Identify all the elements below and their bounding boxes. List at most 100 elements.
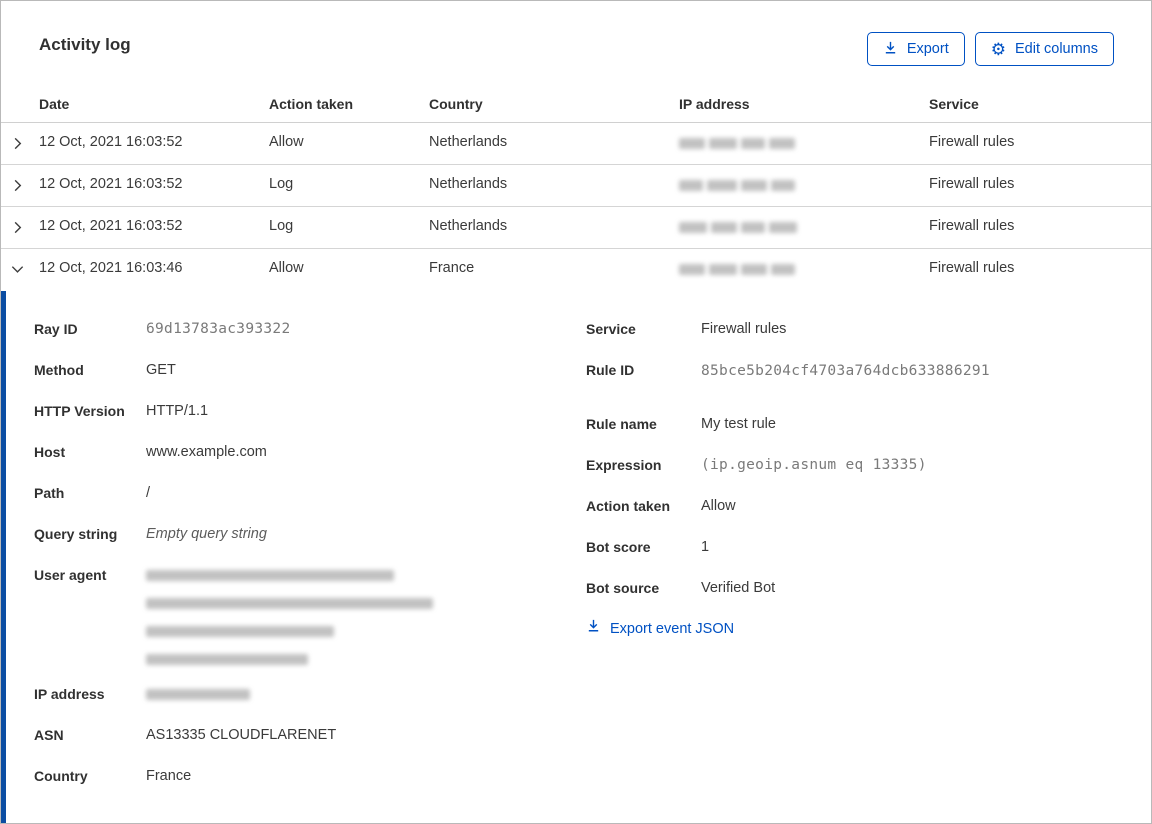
detail-value-redacted (146, 563, 433, 665)
detail-label: ASN (34, 727, 64, 743)
detail-row-bot-score: Bot score 1 (586, 535, 1131, 559)
chevron-down-icon[interactable] (10, 262, 26, 278)
row-service: Firewall rules (929, 260, 1015, 276)
row-action: Log (269, 218, 294, 234)
detail-value: (ip.geoip.asnum eq 13335) (701, 457, 927, 473)
column-header-country: Country (429, 96, 483, 112)
detail-label: Action taken (586, 498, 671, 514)
chevron-right-icon[interactable] (10, 136, 26, 152)
column-header-service: Service (929, 96, 979, 112)
detail-label: Ray ID (34, 321, 78, 337)
table-header-row: Date Action taken Country IP address Ser… (1, 91, 1151, 123)
column-header-action: Action taken (269, 96, 354, 112)
detail-label: Country (34, 768, 88, 784)
detail-value: AS13335 CLOUDFLARENET (146, 727, 337, 743)
event-detail-panel: Ray ID 69d13783ac393322 Method GET HTTP … (1, 291, 1151, 823)
detail-value: 69d13783ac393322 (146, 321, 291, 337)
detail-row-user-agent: User agent (34, 563, 534, 665)
detail-value: Allow (701, 498, 736, 514)
detail-label: Query string (34, 526, 118, 542)
edit-columns-button[interactable]: ⚙ Edit columns (974, 32, 1114, 66)
detail-row-action-taken: Action taken Allow (586, 494, 1131, 518)
table-row[interactable]: 12 Oct, 2021 16:03:52 Allow Netherlands … (1, 123, 1151, 165)
row-country: Netherlands (429, 176, 508, 192)
detail-value: Firewall rules (701, 321, 787, 337)
row-service: Firewall rules (929, 218, 1015, 234)
detail-column-left: Ray ID 69d13783ac393322 Method GET HTTP … (34, 317, 534, 805)
column-header-ip: IP address (679, 96, 750, 112)
detail-row-asn: ASN AS13335 CLOUDFLARENET (34, 723, 534, 747)
detail-label: Host (34, 444, 66, 460)
row-date: 12 Oct, 2021 16:03:52 (39, 134, 183, 150)
export-event-json-label: Export event JSON (610, 621, 735, 637)
detail-value: Verified Bot (701, 580, 776, 596)
detail-row-http-version: HTTP Version HTTP/1.1 (34, 399, 534, 423)
download-icon (883, 40, 898, 59)
table-row-expanded[interactable]: 12 Oct, 2021 16:03:46 Allow France Firew… (1, 249, 1151, 291)
detail-label: User agent (34, 567, 107, 583)
detail-row-country: Country France (34, 764, 534, 788)
row-ip-redacted (679, 138, 795, 149)
detail-value: 1 (701, 539, 710, 555)
row-country: Netherlands (429, 218, 508, 234)
row-action: Allow (269, 260, 304, 276)
detail-row-host: Host www.example.com (34, 440, 534, 464)
row-country: Netherlands (429, 134, 508, 150)
activity-log-panel: Activity log Export ⚙ Edit columns Date … (0, 0, 1152, 824)
detail-label: Bot score (586, 539, 651, 555)
detail-column-right: Service Firewall rules Rule ID 85bce5b20… (586, 317, 1131, 641)
row-action: Allow (269, 134, 304, 150)
row-date: 12 Oct, 2021 16:03:52 (39, 218, 183, 234)
detail-label: Path (34, 485, 65, 501)
row-service: Firewall rules (929, 134, 1015, 150)
row-date: 12 Oct, 2021 16:03:46 (39, 260, 183, 276)
detail-row-ray-id: Ray ID 69d13783ac393322 (34, 317, 534, 341)
chevron-right-icon[interactable] (10, 220, 26, 236)
row-country: France (429, 260, 475, 276)
detail-row-ip-address: IP address (34, 682, 534, 706)
export-event-json-link[interactable]: Export event JSON (586, 617, 1131, 641)
toolbar: Export ⚙ Edit columns (866, 32, 1114, 66)
detail-value: Empty query string (146, 526, 267, 542)
detail-row-service: Service Firewall rules (586, 317, 1131, 341)
download-icon (586, 617, 601, 641)
row-ip-redacted (679, 264, 795, 275)
detail-row-rule-name: Rule name My test rule (586, 412, 1131, 436)
detail-value: 85bce5b204cf4703a764dcb633886291 (701, 363, 990, 379)
row-ip-redacted (679, 180, 795, 191)
detail-label: Rule ID (586, 362, 635, 378)
detail-value-redacted (146, 682, 250, 706)
chevron-right-icon[interactable] (10, 178, 26, 194)
header: Activity log Export ⚙ Edit columns (1, 1, 1151, 91)
detail-row-path: Path / (34, 481, 534, 505)
detail-row-rule-id: Rule ID 85bce5b204cf4703a764dcb633886291 (586, 358, 1131, 384)
detail-value: GET (146, 362, 176, 378)
table-row[interactable]: 12 Oct, 2021 16:03:52 Log Netherlands Fi… (1, 165, 1151, 207)
column-header-date: Date (39, 96, 70, 112)
table-row[interactable]: 12 Oct, 2021 16:03:52 Log Netherlands Fi… (1, 207, 1151, 249)
export-button-label: Export (906, 41, 949, 57)
export-button[interactable]: Export (866, 32, 965, 66)
row-ip-redacted (679, 222, 797, 233)
detail-value: / (146, 485, 151, 501)
detail-label: Service (586, 321, 636, 337)
detail-label: IP address (34, 686, 105, 702)
detail-label: Bot source (586, 580, 660, 596)
row-action: Log (269, 176, 294, 192)
detail-value: www.example.com (146, 444, 267, 460)
edit-columns-button-label: Edit columns (1014, 41, 1098, 57)
detail-label: HTTP Version (34, 403, 125, 419)
detail-label: Expression (586, 457, 662, 473)
detail-value: My test rule (701, 416, 776, 432)
page-title: Activity log (39, 35, 131, 54)
detail-row-expression: Expression (ip.geoip.asnum eq 13335) (586, 453, 1131, 477)
gear-icon: ⚙ (990, 39, 1006, 59)
row-service: Firewall rules (929, 176, 1015, 192)
detail-label: Method (34, 362, 84, 378)
detail-value: HTTP/1.1 (146, 403, 209, 419)
detail-row-query-string: Query string Empty query string (34, 522, 534, 546)
detail-label: Rule name (586, 416, 657, 432)
detail-row-bot-source: Bot source Verified Bot (586, 576, 1131, 600)
detail-value: France (146, 768, 192, 784)
row-date: 12 Oct, 2021 16:03:52 (39, 176, 183, 192)
